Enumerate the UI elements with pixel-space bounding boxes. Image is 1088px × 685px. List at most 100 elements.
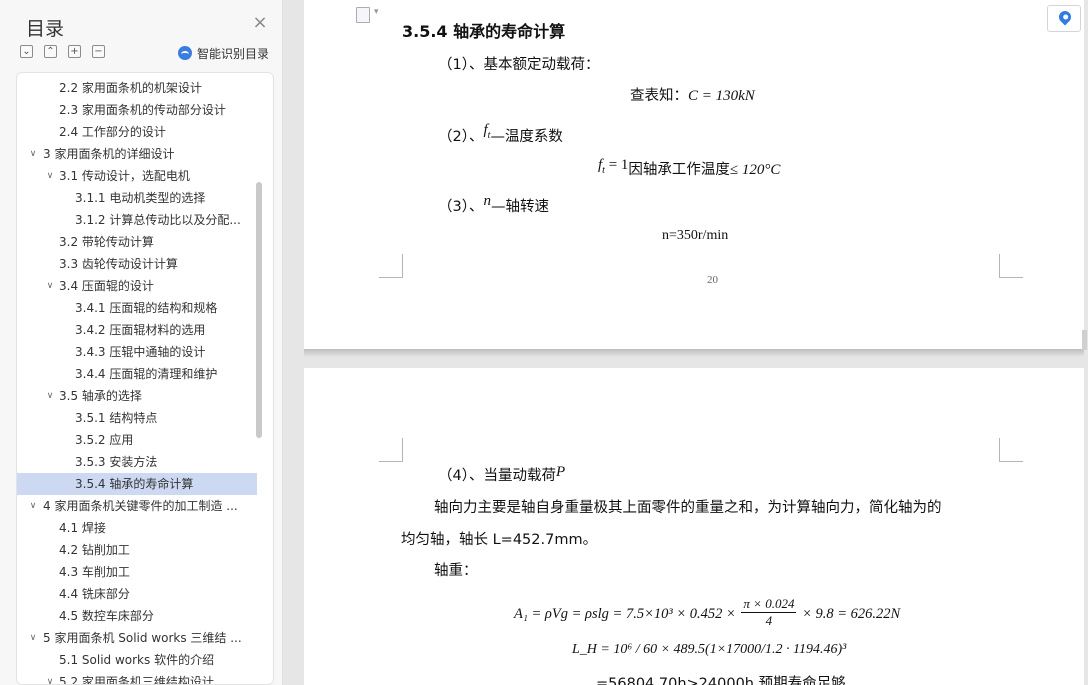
toc-item-label: 4.5 数控车床部分 (59, 609, 154, 623)
page-separator (304, 349, 1084, 357)
toc-item-label: 3.1.2 计算总传动比以及分配... (75, 213, 241, 227)
toc-item[interactable]: 4.5 数控车床部分 (17, 605, 257, 627)
toc-item-label: 4 家用面条机关键零件的加工制造 ... (43, 499, 238, 513)
toc-item[interactable]: 3.1.1 电动机类型的选择 (17, 187, 257, 209)
toc-item[interactable]: ∨ 3.4 压面辊的设计 (17, 275, 257, 297)
toc-item[interactable]: 2.4 工作部分的设计 (17, 121, 257, 143)
document-page: （4）、当量动载荷P 轴向力主要是轴自身重量极其上面零件的重量之和，为计算轴向力… (304, 368, 1084, 685)
toc-item[interactable]: ∨ 5.2 家用面条机三维结构设计 (17, 671, 257, 685)
toc-item[interactable]: 3.1.2 计算总传动比以及分配... (17, 209, 257, 231)
formula-ft: ft = 1因轴承工作温度≤ 120°C (598, 157, 781, 178)
toc-item[interactable]: 3.3 齿轮传动设计计算 (17, 253, 257, 275)
document-view[interactable]: 3.5.4 轴承的寿命计算 （1）、基本额定动载荷： 查表知：C = 130kN… (284, 0, 1088, 685)
margin-mark (999, 438, 1023, 462)
toc-item-label: 2.2 家用面条机的机架设计 (59, 81, 202, 95)
toc-item-label: 3.4.3 压辊中通轴的设计 (75, 345, 206, 359)
paragraph-5-line-2: 均匀轴，轴长 L=452.7mm。 (401, 532, 598, 548)
add-icon[interactable]: + (68, 45, 81, 58)
toc-item[interactable]: 3.5.3 安装方法 (17, 451, 257, 473)
location-pin-icon (1056, 8, 1074, 26)
paragraph-5-line-1: 轴向力主要是轴自身重量极其上面零件的重量之和，为计算轴向力，简化轴为的 (434, 500, 942, 516)
toc-item-label: 4.3 车削加工 (59, 565, 130, 579)
chevron-down-icon[interactable]: ∨ (45, 385, 55, 407)
equation-life: L_H = 10⁶ / 60 × 489.5(1×17000/1.2 · 119… (572, 642, 847, 657)
toc-item-label: 4.1 焊接 (59, 521, 106, 535)
toc-item[interactable]: 3.4.2 压面辊材料的选用 (17, 319, 257, 341)
section-heading: 3.5.4 轴承的寿命计算 (402, 22, 566, 41)
paragraph-6: 轴重： (434, 563, 478, 579)
margin-mark (999, 254, 1023, 278)
toc-item-label: 4.4 铣床部分 (59, 587, 130, 601)
cloud-icon (178, 46, 192, 60)
toc-item-label: 3.4 压面辊的设计 (59, 279, 154, 293)
toc-item[interactable]: 3.4.3 压辊中通轴的设计 (17, 341, 257, 363)
toc-item[interactable]: ∨ 3.1 传动设计，选配电机 (17, 165, 257, 187)
toc-title: 目录 (26, 18, 65, 40)
toc-item-label: 3.4.1 压面辊的结构和规格 (75, 301, 218, 315)
toc-item-label: 5 家用面条机 Solid works 三维结 ... (43, 631, 242, 645)
paragraph-1: （1）、基本额定动载荷： (438, 57, 600, 73)
toc-item-label: 3.5.2 应用 (75, 433, 134, 447)
paragraph-3: （3）、n—轴转速 (438, 193, 549, 215)
formula-n: n=350r/min (662, 228, 729, 243)
margin-mark (379, 254, 403, 278)
toc-item-label: 5.2 家用面条机三维结构设计 (59, 675, 214, 685)
chevron-down-icon[interactable]: ∨ (28, 143, 38, 165)
page-number: 20 (707, 274, 718, 286)
toc-item[interactable]: 3.5.1 结构特点 (17, 407, 257, 429)
toc-item-label: 3.1 传动设计，选配电机 (59, 169, 190, 183)
chevron-down-icon[interactable]: ∨ (45, 275, 55, 297)
chevron-down-icon[interactable]: ∨ (45, 671, 55, 684)
toc-item[interactable]: 3.5.2 应用 (17, 429, 257, 451)
toc-item[interactable]: ∨ 4 家用面条机关键零件的加工制造 ... (17, 495, 257, 517)
toc-item[interactable]: 5.1 Solid works 软件的介绍 (17, 649, 257, 671)
locate-button[interactable] (1047, 5, 1081, 32)
toc-item[interactable]: 3.4.1 压面辊的结构和规格 (17, 297, 257, 319)
smart-toc-label: 智能识别目录 (197, 46, 270, 61)
toc-item-label: 3.2 带轮传动计算 (59, 235, 154, 249)
toc-item-label: 5.1 Solid works 软件的介绍 (59, 653, 215, 667)
toc-panel: 2.2 家用面条机的机架设计 2.3 家用面条机的传动部分设计 2.4 工作部分的设… (16, 72, 274, 685)
toc-item[interactable]: 4.4 铣床部分 (17, 583, 257, 605)
toc-item[interactable]: 4.2 钻削加工 (17, 539, 257, 561)
toc-item[interactable]: 4.1 焊接 (17, 517, 257, 539)
collapse-all-icon[interactable]: ⌄ (20, 45, 33, 58)
document-icon[interactable] (356, 7, 379, 23)
expand-up-icon[interactable]: ⌃ (44, 45, 57, 58)
toc-item-label: 3.4.4 压面辊的清理和维护 (75, 367, 218, 381)
toc-item[interactable]: 3.4.4 压面辊的清理和维护 (17, 363, 257, 385)
chevron-down-icon[interactable]: ∨ (45, 165, 55, 187)
toc-item[interactable]: ∨ 3.5 轴承的选择 (17, 385, 257, 407)
close-icon[interactable]: × (252, 14, 268, 32)
toc-item[interactable]: ∨ 3 家用面条机的详细设计 (17, 143, 257, 165)
chevron-down-icon[interactable]: ∨ (28, 495, 38, 517)
toc-list: 2.2 家用面条机的机架设计 2.3 家用面条机的传动部分设计 2.4 工作部分的设… (17, 77, 273, 685)
toc-item-label: 3.4.2 压面辊材料的选用 (75, 323, 206, 337)
equation-life-result: =56804.70h>24000h 预期寿命足够. (596, 676, 851, 685)
toc-item[interactable]: 2.2 家用面条机的机架设计 (17, 77, 257, 99)
toc-item[interactable]: 2.3 家用面条机的传动部分设计 (17, 99, 257, 121)
toc-item[interactable]: 4.3 车削加工 (17, 561, 257, 583)
toc-item-label: 3.1.1 电动机类型的选择 (75, 191, 206, 205)
toc-sidebar: 目录 × ⌄ ⌃ + − 智能识别目录 2.2 家用面条机的机架设计 2.3 家用… (0, 0, 283, 685)
remove-icon[interactable]: − (92, 45, 105, 58)
chevron-down-icon[interactable]: ∨ (28, 627, 38, 649)
toc-item[interactable]: 3.2 带轮传动计算 (17, 231, 257, 253)
toc-item-label: 2.3 家用面条机的传动部分设计 (59, 103, 226, 117)
document-page: 3.5.4 轴承的寿命计算 （1）、基本额定动载荷： 查表知：C = 130kN… (304, 0, 1084, 349)
sidebar-scrollbar[interactable] (256, 182, 262, 438)
toc-item-label: 3.5.4 轴承的寿命计算 (75, 477, 194, 491)
toc-item[interactable]: ∨ 5 家用面条机 Solid works 三维结 ... (17, 627, 257, 649)
toc-item-label: 3 家用面条机的详细设计 (43, 147, 175, 161)
toc-item-label: 3.5.3 安装方法 (75, 455, 158, 469)
smart-toc-button[interactable]: 智能识别目录 (178, 45, 269, 61)
toc-item[interactable]: 3.5.4 轴承的寿命计算 (17, 473, 257, 495)
formula-c: 查表知：C = 130kN (630, 88, 755, 104)
toc-item-label: 2.4 工作部分的设计 (59, 125, 166, 139)
toc-item-label: 4.2 钻削加工 (59, 543, 130, 557)
toc-item-label: 3.5 轴承的选择 (59, 389, 142, 403)
toc-item-label: 3.3 齿轮传动设计计算 (59, 257, 178, 271)
document-scrollbar[interactable] (1082, 330, 1087, 350)
margin-mark (379, 438, 403, 462)
paragraph-4: （4）、当量动载荷P (438, 464, 566, 484)
